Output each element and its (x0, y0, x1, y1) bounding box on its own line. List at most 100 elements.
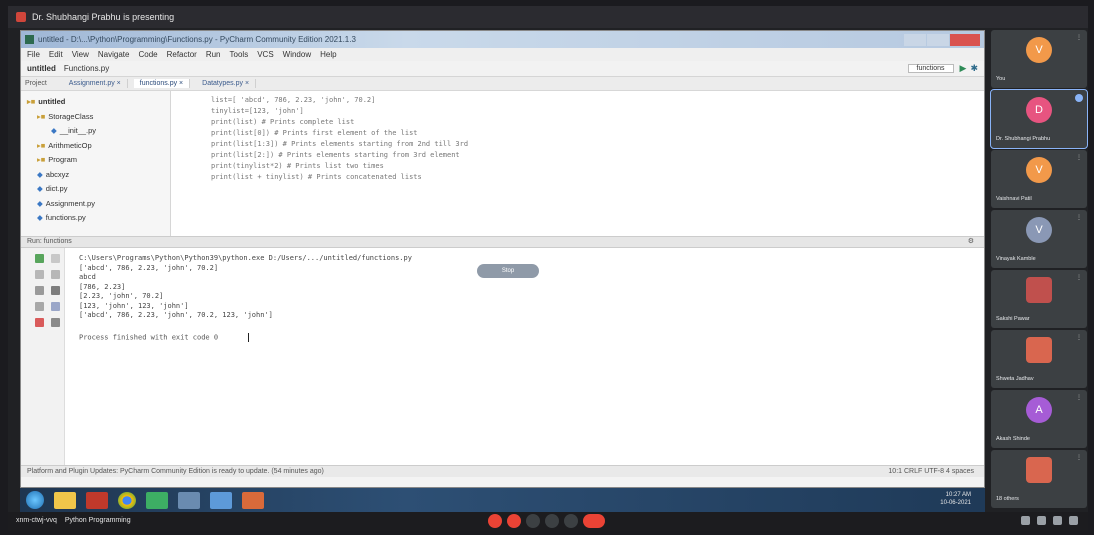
system-tray[interactable]: 10:27 AM 10-06-2021 (940, 491, 971, 507)
tree-item[interactable]: ▸■ Program (21, 153, 170, 168)
menu-code[interactable]: Code (138, 50, 157, 59)
tree-item-label: untitled (38, 97, 66, 106)
tree-item-label: dict.py (45, 184, 68, 193)
tile-options-icon[interactable]: ⋮ (1076, 154, 1082, 161)
participant-tile[interactable]: Shweta Jadhav ⋮ (991, 330, 1087, 388)
wrap-icon[interactable] (35, 286, 44, 295)
chrome-icon[interactable] (118, 491, 136, 509)
tree-item[interactable]: ◆ Assignment.py (21, 197, 170, 212)
maximize-button[interactable] (927, 33, 949, 46)
explorer-icon[interactable] (54, 491, 76, 509)
captions-icon[interactable] (526, 514, 540, 528)
minimize-button[interactable] (904, 33, 926, 46)
project-panel-header[interactable]: Project (25, 80, 47, 87)
avatar: V (1026, 217, 1052, 243)
avatar (1026, 457, 1052, 483)
participant-name: Vaishnavi Patil (996, 196, 1032, 202)
media-icon[interactable] (86, 491, 108, 509)
pin-icon[interactable] (35, 318, 44, 327)
print-icon[interactable] (35, 302, 44, 311)
pycharm-taskbar-icon[interactable] (146, 491, 168, 509)
menu-view[interactable]: View (72, 50, 89, 59)
code-editor[interactable]: list=[ 'abcd', 786, 2.23, 'john', 70.2] t… (171, 91, 984, 236)
tree-item[interactable]: ▸■ ArithmeticOp (21, 139, 170, 154)
mic-off-icon[interactable] (488, 514, 502, 528)
office-icon[interactable] (242, 491, 264, 509)
end-call-button[interactable] (583, 514, 605, 528)
console-line: ['abcd', 786, 2.23, 'john', 70.2, 123, '… (79, 311, 273, 319)
menu-vcs[interactable]: VCS (257, 50, 273, 59)
avatar: A (1026, 397, 1052, 423)
participant-name: Sakshi Pawar (996, 316, 1030, 322)
update-notice[interactable]: Platform and Plugin Updates: PyCharm Com… (27, 468, 324, 475)
menu-window[interactable]: Window (283, 50, 311, 59)
editor-tab[interactable]: functions.py × (133, 79, 191, 88)
nav-file-name[interactable]: Functions.py (64, 64, 109, 73)
tree-item[interactable]: ◆ __init__.py (21, 124, 170, 139)
menu-tools[interactable]: Tools (230, 50, 249, 59)
tree-item[interactable]: ◆ abcxyz (21, 168, 170, 183)
menu-edit[interactable]: Edit (49, 50, 63, 59)
editor-tab[interactable]: Assignment.py × (63, 79, 128, 88)
tile-options-icon[interactable]: ⋮ (1076, 394, 1082, 401)
rerun-icon[interactable] (35, 254, 44, 263)
participant-tile[interactable]: 18 others ⋮ (991, 450, 1087, 508)
tile-options-icon[interactable]: ⋮ (1076, 274, 1082, 281)
participant-name: 18 others (996, 496, 1019, 502)
tree-item[interactable]: ▸■ untitled (21, 95, 170, 110)
tile-options-icon[interactable]: ⋮ (1076, 334, 1082, 341)
tree-item[interactable]: ◆ functions.py (21, 211, 170, 226)
participant-tile[interactable]: V Vaishnavi Patil ⋮ (991, 150, 1087, 208)
scroll-to-end-icon[interactable] (51, 286, 60, 295)
more-options-icon[interactable] (564, 514, 578, 528)
photos-icon[interactable] (178, 491, 200, 509)
participant-tile[interactable]: D Dr. Shubhangi Prabhu (990, 89, 1088, 149)
activities-icon[interactable] (1069, 516, 1078, 525)
run-panel-title[interactable]: Run: functions (27, 238, 72, 245)
debug-icon[interactable]: ✱ (970, 63, 978, 74)
tile-options-icon[interactable]: ⋮ (1076, 214, 1082, 221)
tile-options-icon[interactable]: ⋮ (1076, 454, 1082, 461)
participant-name: Shweta Jadhav (996, 376, 1034, 382)
nav-project-name[interactable]: untitled (27, 64, 56, 73)
code-line: print(list) # Prints complete list (211, 118, 355, 126)
ide-navbar: untitled Functions.py functions ▶ ✱ (21, 61, 984, 77)
run-console[interactable]: C:\Users\Programs\Python\Python39\python… (21, 248, 984, 465)
tree-item-label: Assignment.py (45, 198, 95, 208)
menu-run[interactable]: Run (206, 50, 221, 59)
scroll-down-icon[interactable] (51, 270, 60, 279)
clear-icon[interactable] (51, 302, 60, 311)
run-icon[interactable]: ▶ (960, 63, 967, 74)
status-right: 10:1 CRLF UTF-8 4 spaces (888, 468, 974, 475)
tree-item[interactable]: ◆ dict.py (21, 182, 170, 197)
stop-sharing-pill[interactable]: Stop (477, 264, 539, 278)
menu-navigate[interactable]: Navigate (98, 50, 130, 59)
menu-help[interactable]: Help (320, 50, 336, 59)
tree-item[interactable]: ▸■ StorageClass (21, 110, 170, 125)
editor-tab[interactable]: Datatypes.py × (196, 79, 257, 88)
console-line: [123, 'john', 123, 'john'] (79, 301, 189, 310)
run-config-select[interactable]: functions (907, 64, 954, 73)
python-file-icon: ◆ (37, 198, 43, 208)
notes-icon[interactable] (210, 491, 232, 509)
info-icon[interactable] (1021, 516, 1030, 525)
gear-icon[interactable]: ⚙ (968, 237, 974, 247)
text-cursor (248, 332, 250, 342)
stop-icon[interactable] (51, 254, 60, 263)
participant-tile[interactable]: V Vinayak Kamble ⋮ (991, 210, 1087, 268)
participant-tile[interactable]: A Akash Shinde ⋮ (991, 390, 1087, 448)
participant-tile[interactable]: Sakshi Pawar ⋮ (991, 270, 1087, 328)
people-icon[interactable] (1037, 516, 1046, 525)
close-button[interactable] (950, 33, 980, 46)
menu-file[interactable]: File (27, 50, 40, 59)
trash-icon[interactable] (51, 318, 60, 327)
scroll-up-icon[interactable] (35, 270, 44, 279)
camera-off-icon[interactable] (507, 514, 521, 528)
start-button[interactable] (26, 491, 44, 509)
participant-tile[interactable]: V You ⋮ (991, 30, 1087, 88)
tile-options-icon[interactable]: ⋮ (1076, 34, 1082, 41)
pinned-badge-icon[interactable] (1075, 94, 1083, 102)
present-icon[interactable] (545, 514, 559, 528)
chat-icon[interactable] (1053, 516, 1062, 525)
menu-refactor[interactable]: Refactor (167, 50, 197, 59)
